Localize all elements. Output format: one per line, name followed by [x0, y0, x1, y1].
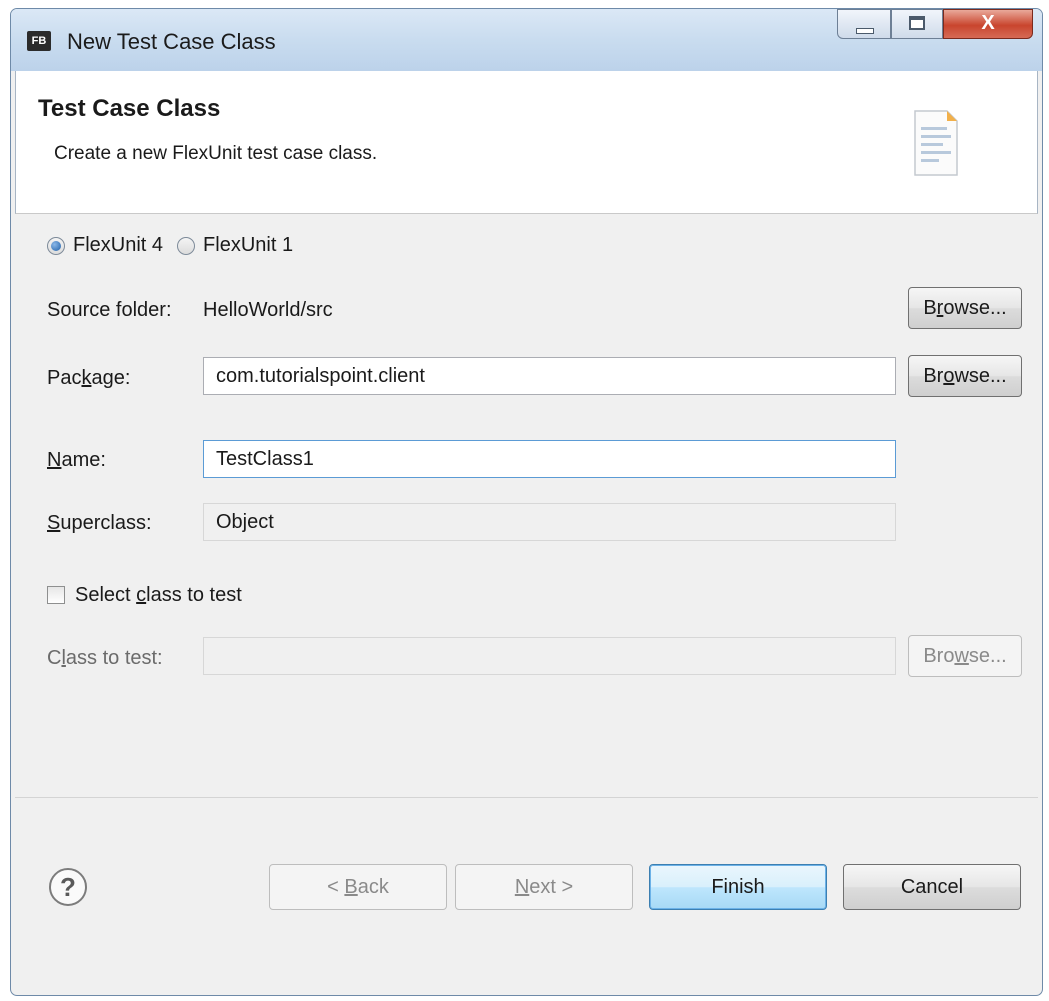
page-title: Test Case Class — [38, 95, 221, 122]
name-label: Name: — [47, 449, 106, 471]
wizard-content: FlexUnit 4 FlexUnit 1 Source folder: Hel… — [15, 214, 1038, 797]
name-input[interactable]: TestClass1 — [203, 440, 896, 478]
title-bar[interactable]: FB New Test Case Class X — [11, 9, 1042, 71]
superclass-input[interactable]: Object — [203, 503, 896, 541]
radio-flexunit4-label[interactable]: FlexUnit 4 — [73, 234, 163, 257]
help-icon[interactable]: ? — [49, 868, 87, 906]
wizard-footer: ? < Back Next > Finish Cancel — [15, 797, 1038, 993]
select-class-checkbox[interactable] — [47, 586, 65, 604]
flash-builder-app-icon: FB — [27, 31, 51, 51]
radio-flexunit4[interactable] — [47, 236, 65, 255]
package-browse-button[interactable]: Browse... — [908, 355, 1022, 397]
radio-flexunit1[interactable] — [177, 236, 196, 255]
package-label: Package: — [47, 367, 131, 389]
source-folder-label: Source folder: — [47, 299, 172, 321]
select-class-label[interactable]: Select class to test — [75, 584, 242, 607]
superclass-label: Superclass: — [47, 512, 152, 534]
package-input[interactable]: com.tutorialspoint.client — [203, 357, 896, 395]
wizard-header: Test Case Class Create a new FlexUnit te… — [15, 71, 1038, 214]
class-to-test-input[interactable] — [203, 637, 896, 675]
document-icon — [914, 110, 958, 176]
page-description: Create a new FlexUnit test case class. — [54, 143, 378, 164]
radio-flexunit1-label[interactable]: FlexUnit 1 — [203, 234, 293, 257]
dialog-window: FB New Test Case Class X Test Case Class… — [10, 8, 1043, 996]
class-to-test-browse-button[interactable]: Browse... — [908, 635, 1022, 677]
class-to-test-label: Class to test: — [47, 647, 163, 669]
cancel-button[interactable]: Cancel — [843, 864, 1021, 910]
maximize-icon — [909, 16, 925, 30]
flexunit-version-group: FlexUnit 4 FlexUnit 1 — [47, 234, 307, 257]
finish-button[interactable]: Finish — [649, 864, 827, 910]
source-folder-value: HelloWorld/src — [203, 299, 333, 321]
minimize-icon — [856, 28, 874, 34]
maximize-button[interactable] — [891, 9, 943, 39]
window-title: New Test Case Class — [67, 29, 276, 54]
minimize-button[interactable] — [837, 9, 891, 39]
close-button[interactable]: X — [943, 9, 1033, 39]
next-button[interactable]: Next > — [455, 864, 633, 910]
back-button[interactable]: < Back — [269, 864, 447, 910]
source-folder-browse-button[interactable]: Browse... — [908, 287, 1022, 329]
close-icon: X — [981, 12, 995, 34]
